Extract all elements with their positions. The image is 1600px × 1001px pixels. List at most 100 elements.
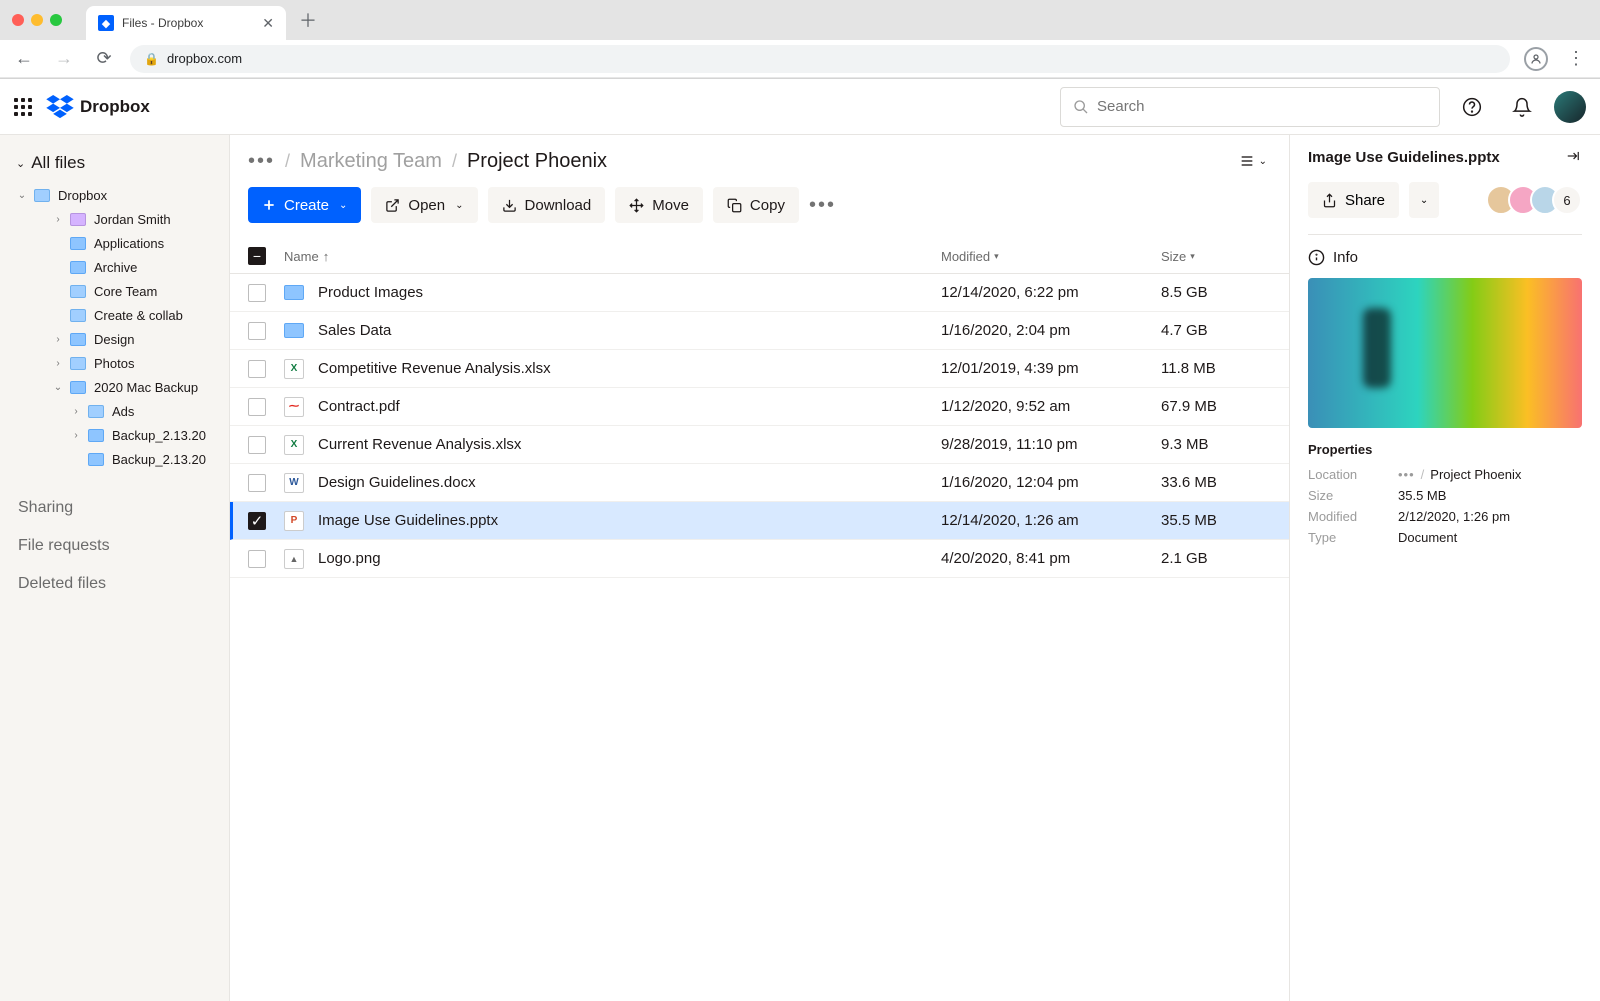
tree-item[interactable]: ›Design <box>0 327 229 351</box>
browser-menu-button[interactable]: ⋮ <box>1562 45 1590 73</box>
file-preview[interactable] <box>1308 278 1582 428</box>
row-checkbox[interactable]: ✓ <box>248 512 266 530</box>
file-name: Product Images <box>318 284 423 301</box>
tree-item[interactable]: ›Ads <box>0 399 229 423</box>
tree-item[interactable]: ›Photos <box>0 351 229 375</box>
view-toggle[interactable]: ⌄ <box>1235 149 1271 173</box>
folder-icon <box>70 261 86 274</box>
tree-item[interactable]: ›Jordan Smith <box>0 207 229 231</box>
prop-type-value: Document <box>1398 530 1457 545</box>
tree-item[interactable]: Archive <box>0 255 229 279</box>
close-tab-icon[interactable]: ✕ <box>262 15 274 32</box>
address-bar[interactable]: 🔒 dropbox.com <box>130 45 1510 73</box>
row-checkbox[interactable] <box>248 474 266 492</box>
more-actions-button[interactable]: ••• <box>809 194 836 217</box>
help-button[interactable] <box>1454 89 1490 125</box>
xlsx-icon: X <box>284 359 304 379</box>
file-row[interactable]: WDesign Guidelines.docx1/16/2020, 12:04 … <box>230 464 1289 502</box>
breadcrumb-more-button[interactable]: ••• <box>248 150 275 173</box>
file-size: 33.6 MB <box>1161 474 1217 491</box>
pptx-icon: P <box>284 511 304 531</box>
folder-icon <box>284 285 304 300</box>
sidebar-link[interactable]: Sharing <box>0 489 229 527</box>
share-options-button[interactable]: ⌄ <box>1409 182 1439 218</box>
file-modified: 12/14/2020, 1:26 am <box>941 512 1079 529</box>
file-name: Contract.pdf <box>318 398 400 415</box>
dropbox-logo[interactable]: Dropbox <box>46 95 150 119</box>
file-name: Sales Data <box>318 322 391 339</box>
share-button[interactable]: Share <box>1308 182 1399 218</box>
back-button[interactable]: ← <box>10 45 38 73</box>
shared-avatars[interactable]: 6 <box>1494 185 1582 215</box>
url-text: dropbox.com <box>167 51 242 66</box>
row-checkbox[interactable] <box>248 436 266 454</box>
select-all-checkbox[interactable]: − <box>248 247 266 265</box>
copy-button[interactable]: Copy <box>713 187 799 223</box>
close-window-icon[interactable] <box>12 14 24 26</box>
tree-item[interactable]: Applications <box>0 231 229 255</box>
folder-icon <box>70 333 86 346</box>
browser-chrome: ◆ Files - Dropbox ✕ ＋ ← → ⟳ 🔒 dropbox.co… <box>0 0 1600 79</box>
row-checkbox[interactable] <box>248 398 266 416</box>
search-box[interactable] <box>1060 87 1440 127</box>
search-input[interactable] <box>1097 98 1427 115</box>
breadcrumb-parent[interactable]: Marketing Team <box>300 150 442 173</box>
file-row[interactable]: Sales Data1/16/2020, 2:04 pm4.7 GB <box>230 312 1289 350</box>
sidebar-all-files[interactable]: ⌄ All files <box>0 143 229 183</box>
tree-label: Ads <box>112 404 134 419</box>
move-button[interactable]: Move <box>615 187 703 223</box>
file-row[interactable]: XCompetitive Revenue Analysis.xlsx12/01/… <box>230 350 1289 388</box>
file-row[interactable]: ▲Logo.png4/20/2020, 8:41 pm2.1 GB <box>230 540 1289 578</box>
row-checkbox[interactable] <box>248 360 266 378</box>
tree-item[interactable]: Core Team <box>0 279 229 303</box>
tree-label: Applications <box>94 236 164 251</box>
search-icon <box>1073 99 1089 115</box>
open-button[interactable]: Open ⌄ <box>371 187 477 223</box>
chevron-down-icon: ⌄ <box>14 190 30 201</box>
expand-panel-button[interactable] <box>1564 149 1582 166</box>
file-name: Image Use Guidelines.pptx <box>318 512 498 529</box>
create-button[interactable]: Create ⌄ <box>248 187 361 223</box>
sidebar-link[interactable]: File requests <box>0 527 229 565</box>
chevron-down-icon: ⌄ <box>16 157 25 170</box>
folder-icon <box>70 309 86 322</box>
app-launcher-icon[interactable] <box>14 98 32 116</box>
forward-button[interactable]: → <box>50 45 78 73</box>
browser-tab[interactable]: ◆ Files - Dropbox ✕ <box>86 6 286 40</box>
file-size: 4.7 GB <box>1161 322 1208 339</box>
file-row[interactable]: ✓ P Image Use Guidelines.pptx 12/14/2020, 1… <box>230 502 1289 540</box>
column-name[interactable]: Name↑ <box>284 249 941 264</box>
column-modified[interactable]: Modified▾ <box>941 249 1161 264</box>
breadcrumb-more-icon[interactable]: ••• <box>1398 467 1415 482</box>
file-row[interactable]: ⁓Contract.pdf1/12/2020, 9:52 am67.9 MB <box>230 388 1289 426</box>
row-checkbox[interactable] <box>248 550 266 568</box>
column-size[interactable]: Size▾ <box>1161 249 1271 264</box>
row-checkbox[interactable] <box>248 322 266 340</box>
sidebar-link[interactable]: Deleted files <box>0 565 229 603</box>
tree-item[interactable]: Create & collab <box>0 303 229 327</box>
sidebar: ⌄ All files ⌄Dropbox›Jordan Smith Applica… <box>0 135 230 1001</box>
browser-profile-button[interactable] <box>1522 45 1550 73</box>
tree-item[interactable]: ⌄2020 Mac Backup <box>0 375 229 399</box>
tree-root[interactable]: ⌄Dropbox <box>0 183 229 207</box>
minimize-window-icon[interactable] <box>31 14 43 26</box>
download-button[interactable]: Download <box>488 187 606 223</box>
tree-label: Jordan Smith <box>94 212 171 227</box>
file-name: Design Guidelines.docx <box>318 474 476 491</box>
maximize-window-icon[interactable] <box>50 14 62 26</box>
list-view-icon <box>1239 153 1255 169</box>
new-tab-button[interactable]: ＋ <box>294 6 322 34</box>
file-row[interactable]: Product Images12/14/2020, 6:22 pm8.5 GB <box>230 274 1289 312</box>
tree-label: Photos <box>94 356 134 371</box>
notifications-button[interactable] <box>1504 89 1540 125</box>
tree-label: 2020 Mac Backup <box>94 380 198 395</box>
tree-item[interactable]: ›Backup_2.13.20 <box>0 423 229 447</box>
user-avatar[interactable] <box>1554 91 1586 123</box>
prop-location-value[interactable]: Project Phoenix <box>1430 467 1521 482</box>
file-row[interactable]: XCurrent Revenue Analysis.xlsx9/28/2019,… <box>230 426 1289 464</box>
table-header: − Name↑ Modified▾ Size▾ <box>230 239 1289 274</box>
tree-item[interactable]: Backup_2.13.20 <box>0 447 229 471</box>
reload-button[interactable]: ⟳ <box>90 45 118 73</box>
row-checkbox[interactable] <box>248 284 266 302</box>
tree-label: Backup_2.13.20 <box>112 428 206 443</box>
